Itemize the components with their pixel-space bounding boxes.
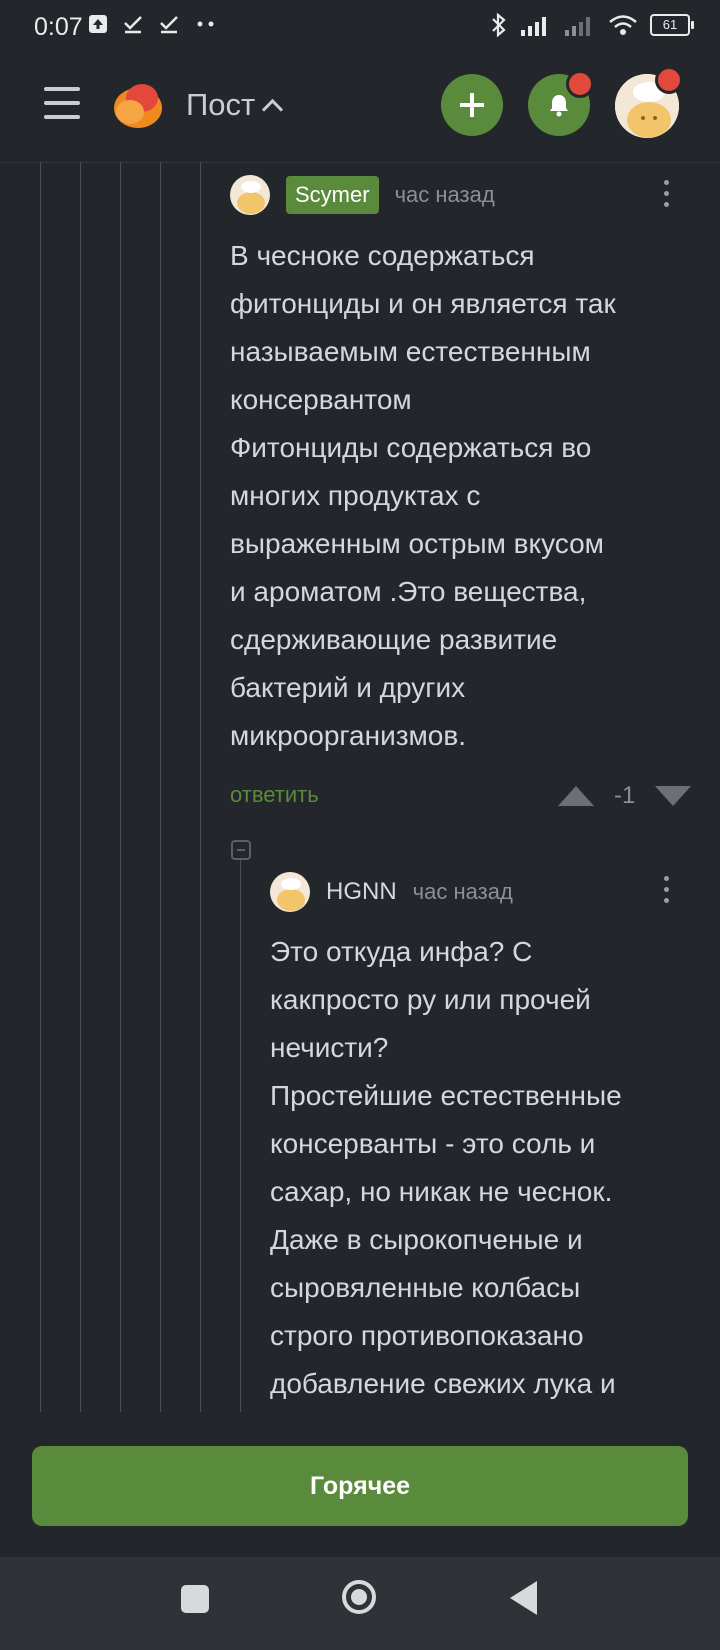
thread-line bbox=[240, 860, 241, 1412]
comment-time: час назад bbox=[412, 879, 513, 904]
recents-icon[interactable] bbox=[181, 1585, 209, 1613]
top-app-bar: Пост bbox=[0, 52, 720, 163]
reply-button[interactable]: ответить bbox=[230, 782, 319, 808]
status-time: 0:07 bbox=[34, 13, 83, 41]
thread-line bbox=[40, 162, 41, 1412]
signal-icon bbox=[521, 17, 546, 36]
logo-icon[interactable] bbox=[110, 76, 166, 132]
upload-icon bbox=[89, 15, 107, 33]
more-options-icon[interactable] bbox=[664, 876, 670, 909]
user-avatar-image bbox=[237, 181, 265, 214]
bluetooth-icon bbox=[492, 12, 506, 38]
bell-icon bbox=[550, 95, 568, 117]
status-left-icons bbox=[88, 14, 218, 34]
add-post-button[interactable] bbox=[441, 74, 503, 136]
back-icon[interactable] bbox=[510, 1581, 537, 1615]
user-avatar-image bbox=[277, 878, 305, 911]
page-title[interactable]: Пост bbox=[186, 87, 284, 123]
check-icon bbox=[124, 16, 142, 34]
comment-author[interactable]: HGNN bbox=[326, 878, 397, 906]
status-right-icons: 61 bbox=[490, 12, 694, 38]
battery-icon: 61 bbox=[650, 14, 694, 36]
notifications-button[interactable] bbox=[528, 70, 594, 136]
check-icon bbox=[160, 16, 178, 34]
menu-icon[interactable] bbox=[44, 87, 80, 123]
page-title-text: Пост bbox=[186, 87, 256, 122]
comment-author[interactable]: Scymer bbox=[286, 176, 379, 214]
more-notifications-icon bbox=[197, 21, 214, 27]
thread-line bbox=[200, 162, 201, 1412]
comment-header: Scymer час назад bbox=[230, 175, 495, 215]
collapse-thread-icon[interactable] bbox=[231, 840, 251, 860]
comment-header: HGNN час назад bbox=[270, 872, 513, 912]
downvote-icon[interactable] bbox=[655, 786, 692, 806]
system-nav-bar bbox=[0, 1557, 720, 1650]
status-bar: 0:07 61 bbox=[0, 0, 720, 52]
thread-line bbox=[120, 162, 121, 1412]
comment-text: Это откуда инфа? С какпросто ру или проч… bbox=[270, 936, 622, 1399]
hot-button[interactable]: Горячее bbox=[32, 1446, 688, 1526]
upvote-icon[interactable] bbox=[558, 786, 594, 806]
bottom-action-bar: Горячее bbox=[0, 1412, 720, 1557]
notification-dot bbox=[566, 70, 594, 98]
chevron-up-icon bbox=[262, 98, 284, 120]
signal-weak-icon bbox=[565, 17, 590, 36]
more-options-icon[interactable] bbox=[664, 180, 670, 213]
home-icon[interactable] bbox=[342, 1580, 376, 1614]
comment-rating: -1 bbox=[614, 782, 636, 809]
comment-text: В чесноке содержаться фитонциды и он явл… bbox=[230, 240, 616, 751]
avatar[interactable] bbox=[270, 872, 310, 912]
thread-line bbox=[80, 162, 81, 1412]
vote-controls: -1 bbox=[558, 782, 692, 810]
plus-icon bbox=[460, 93, 484, 117]
avatar-notification-dot bbox=[655, 66, 683, 94]
avatar[interactable] bbox=[230, 175, 270, 215]
comment-time: час назад bbox=[394, 182, 495, 207]
thread-line bbox=[160, 162, 161, 1412]
wifi-icon bbox=[609, 15, 637, 35]
